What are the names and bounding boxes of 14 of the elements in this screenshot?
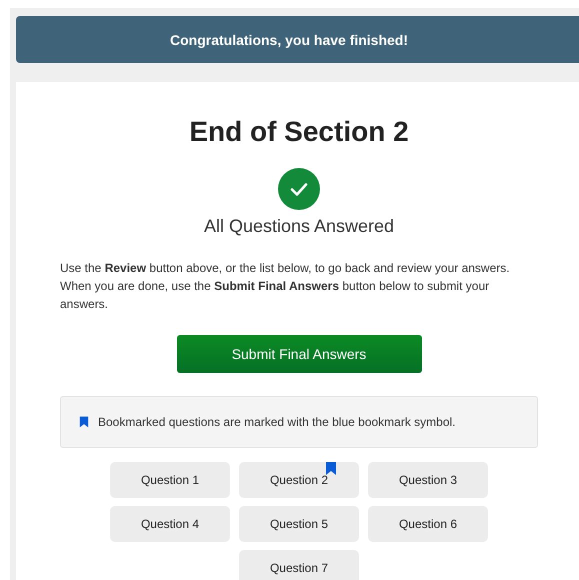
question-button[interactable]: Question 7 [239,550,359,580]
info-text: Bookmarked questions are marked with the blue bookmark symbol. [98,415,456,429]
question-button[interactable]: Question 4 [110,506,230,542]
question-button[interactable]: Question 1 [110,462,230,498]
question-button[interactable]: Question 2 [239,462,359,498]
instructions-text: Use the Review button above, or the list below, to go back and review your answers. When you are done, use the Submit Final Answers button below to submit your answers. [60,260,511,313]
section-title: End of Section 2 [189,115,409,149]
question-button[interactable]: Question 3 [368,462,488,498]
question-button[interactable]: Question 5 [239,506,359,542]
submit-button[interactable]: Submit Final Answers [176,335,422,373]
question-button[interactable]: Question 6 [368,506,488,542]
banner-message: Congratulations, you have finished! [16,16,579,63]
bookmark-icon [79,416,89,428]
status-text: All Questions Answered [204,216,394,237]
